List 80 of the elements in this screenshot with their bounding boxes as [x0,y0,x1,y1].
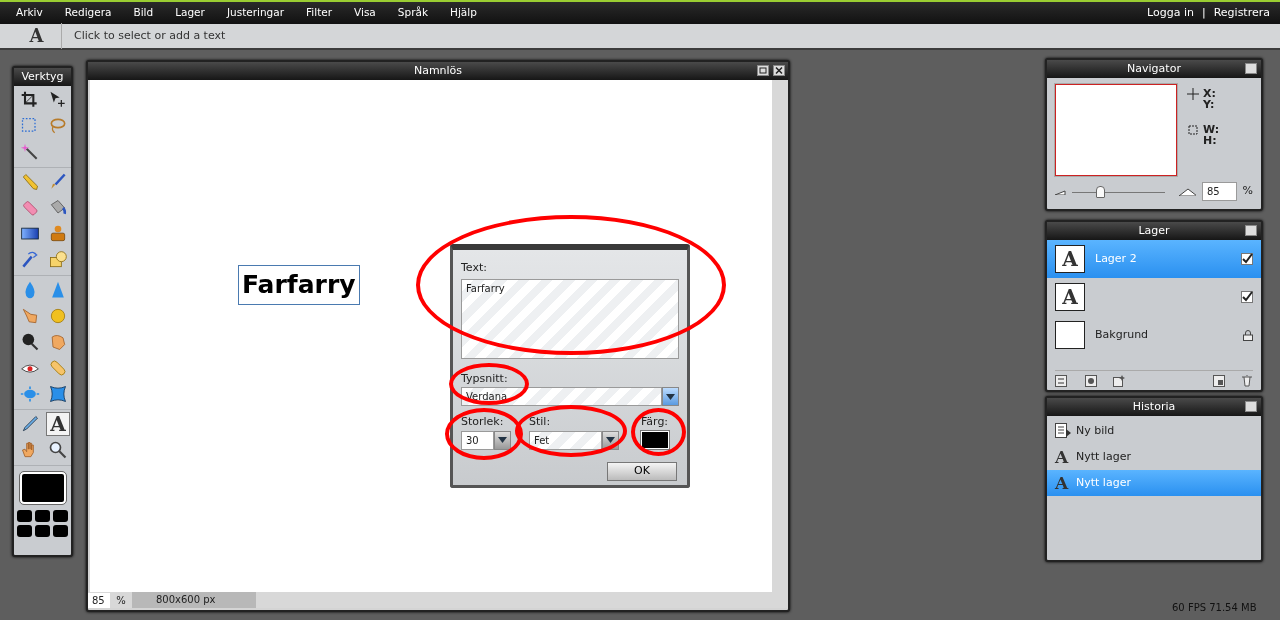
panel-title: Navigator [1047,60,1261,78]
menu-item[interactable]: Språk [397,5,428,21]
x-label: X: [1203,88,1216,99]
menu-item[interactable]: Justeringar [226,5,284,21]
w-label: W: [1203,124,1220,135]
zoom-unit: % [1242,183,1253,200]
maximize-button[interactable] [757,65,769,76]
text-tool-button[interactable]: A [46,412,70,436]
text-icon: A [1055,448,1071,466]
separator: | [1201,4,1206,21]
color-preset[interactable] [35,510,50,522]
visibility-checkbox[interactable] [1241,253,1253,265]
color-preset[interactable] [35,525,50,537]
status-text: 60 FPS 71.54 MB [1172,601,1257,615]
y-label: Y: [1203,99,1216,110]
layer-thumbnail [1055,321,1085,349]
zoom-slider[interactable] [1072,185,1165,198]
menu-item[interactable]: Redigera [64,5,112,21]
panel-title: Historia [1047,398,1261,416]
menu-item[interactable]: Visa [354,5,376,21]
register-link[interactable]: Registrera [1213,4,1270,22]
menu-item[interactable]: Arkiv [16,5,43,21]
text-tool-icon: A [29,27,44,45]
zoom-unit: % [115,593,127,608]
window-title: Namnlös [88,62,788,80]
primary-color-swatch[interactable] [19,472,66,504]
slider-thumb[interactable] [1095,185,1105,198]
history-item[interactable]: A Nytt lager [1047,444,1261,470]
field-label: Färg: [641,414,669,430]
history-label: Nytt lager [1076,448,1131,465]
color-preset[interactable] [53,525,68,537]
color-preset[interactable] [17,510,32,522]
panel-title: Lager [1047,222,1261,240]
image-size: 800x600 px [132,592,256,608]
history-item[interactable]: A Nytt lager [1047,470,1261,496]
layer-settings-icon[interactable] [1055,375,1069,387]
zoom-out-icon[interactable] [1055,188,1067,195]
layer-row[interactable]: A [1047,278,1261,316]
layer-style-icon[interactable] [1113,375,1125,387]
field-label: Stil: [529,414,551,430]
ok-button[interactable]: OK [607,461,677,481]
layer-row[interactable]: Bakgrund [1047,316,1261,354]
color-preset[interactable] [53,510,68,522]
history-item[interactable]: Ny bild [1047,418,1261,444]
document-icon [1055,423,1071,439]
dropdown-arrow-icon [498,437,507,443]
h-label: H: [1203,135,1218,146]
layer-name: Bakgrund [1095,326,1150,343]
layer-thumbnail: A [1055,245,1085,273]
panel-title: Verktyg [14,68,71,86]
text-icon: A [1055,474,1071,492]
zoom-field[interactable]: 85 [88,592,110,608]
field-label: Text: [461,260,488,276]
layer-thumbnail: A [1055,283,1085,311]
visibility-checkbox[interactable] [1241,291,1253,303]
selection-size-icon [1187,124,1199,136]
text-input[interactable]: Farfarry [461,278,679,359]
color-swatch[interactable] [641,430,669,449]
layer-row[interactable]: A Lager 2 [1047,240,1261,278]
layer-name: Lager 2 [1095,250,1138,267]
zoom-field[interactable]: 85 [1202,182,1237,201]
dropdown-arrow-icon [606,437,615,443]
canvas-text[interactable]: Farfarry [238,265,360,305]
trash-icon[interactable] [1241,375,1253,387]
layer-mask-icon[interactable] [1085,375,1097,387]
crosshair-icon [1187,88,1199,100]
dropdown-arrow-icon [666,393,675,400]
history-label: Ny bild [1076,422,1115,439]
menu-item[interactable]: Filter [306,5,333,21]
field-label: Storlek: [461,414,504,430]
field-label: Typsnitt: [461,370,508,387]
login-link[interactable]: Logga in [1147,4,1194,22]
tool-hint: Click to select or add a text [74,27,226,44]
menu-item[interactable]: Lager [175,5,205,21]
zoom-in-icon[interactable] [1178,187,1196,196]
menu-item[interactable]: Bild [133,5,154,21]
new-layer-icon[interactable] [1213,375,1225,387]
color-preset[interactable] [17,525,32,537]
menu-item[interactable]: Hjälp [450,5,477,21]
history-label: Nytt lager [1076,474,1131,491]
